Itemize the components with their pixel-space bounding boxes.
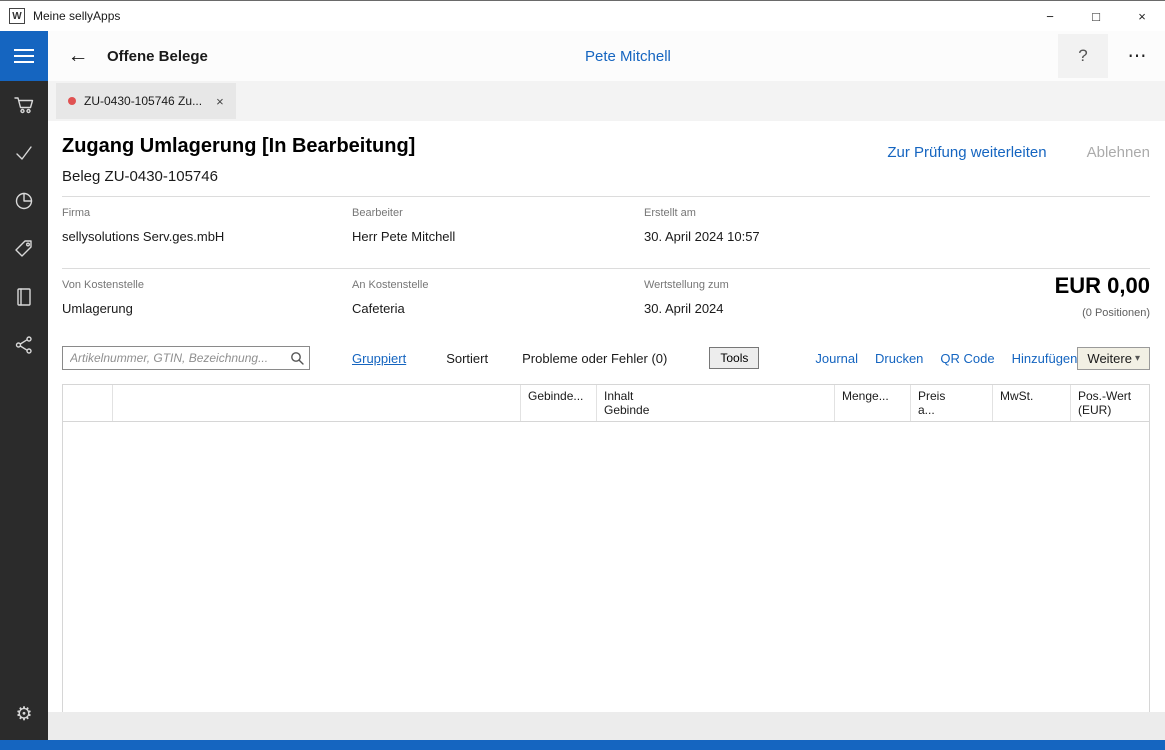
window-title: Meine sellyApps [33, 9, 120, 23]
chevron-down-icon: ▾ [1135, 353, 1140, 364]
table-body-empty [62, 422, 1150, 714]
column-header-inhalt-gebinde[interactable]: Inhalt Gebinde [597, 385, 835, 421]
grouped-toggle[interactable]: Gruppiert [352, 351, 406, 366]
positions-toolbar: Gruppiert Sortiert Probleme oder Fehler … [62, 345, 1150, 371]
field-von-kostenstelle: Von Kostenstelle Umlagerung [62, 279, 352, 316]
toolbar-links: Journal Drucken QR Code Hinzufügen [815, 351, 1077, 366]
document-actions: Zur Prüfung weiterleiten Ablehnen [887, 144, 1150, 161]
more-options-button[interactable]: ⋯ [1115, 34, 1159, 78]
column-header-select[interactable] [63, 385, 113, 421]
tab-label: ZU-0430-105746 Zu... [84, 94, 202, 108]
field-firma: Firma sellysolutions Serv.ges.mbH [62, 207, 352, 244]
column-header-description[interactable] [113, 385, 521, 421]
window-controls: − □ × [1027, 1, 1165, 31]
accent-bottom-bar [0, 740, 1165, 750]
column-header-gebinde[interactable]: Gebinde... [521, 385, 597, 421]
document-subtitle: Beleg ZU-0430-105746 [62, 168, 415, 185]
document-title-block: Zugang Umlagerung [In Bearbeitung] Beleg… [62, 135, 415, 185]
more-dropdown-button[interactable]: Weitere ▾ [1077, 347, 1150, 370]
share-icon [13, 334, 35, 356]
document-title: Zugang Umlagerung [In Bearbeitung] [62, 135, 415, 158]
field-value: Cafeteria [352, 301, 644, 316]
window-titlebar: W Meine sellyApps − □ × [0, 1, 1165, 31]
settings-button[interactable]: ⚙ [0, 690, 48, 738]
total-amount: EUR 0,00 [1055, 273, 1150, 299]
tools-button[interactable]: Tools [709, 347, 759, 369]
journal-link[interactable]: Journal [815, 351, 858, 366]
field-value: sellysolutions Serv.ges.mbH [62, 229, 352, 244]
page-title: Offene Belege [107, 48, 208, 65]
fields-row-2: Von Kostenstelle Umlagerung An Kostenste… [62, 269, 1150, 329]
sidebar-item-approvals[interactable] [0, 129, 48, 177]
sidebar-nav: ⚙ [0, 81, 48, 740]
checkmark-icon [13, 142, 35, 164]
document-header: Zugang Umlagerung [In Bearbeitung] Beleg… [62, 135, 1150, 185]
book-icon [13, 286, 35, 308]
sidebar-item-articles[interactable] [0, 225, 48, 273]
field-bearbeiter: Bearbeiter Herr Pete Mitchell [352, 207, 644, 244]
field-label: Erstellt am [644, 207, 1150, 219]
field-value: Umlagerung [62, 301, 352, 316]
field-erstellt-am: Erstellt am 30. April 2024 10:57 [644, 207, 1150, 244]
reject-link[interactable]: Ablehnen [1087, 144, 1150, 161]
more-dropdown-label: Weitere [1087, 351, 1132, 366]
tab-strip: ZU-0430-105746 Zu... × [48, 81, 1165, 121]
modified-dot-icon [68, 97, 76, 105]
field-value: 30. April 2024 10:57 [644, 229, 1150, 244]
help-button[interactable]: ? [1058, 34, 1108, 78]
field-an-kostenstelle: An Kostenstelle Cafeteria [352, 279, 644, 316]
column-header-menge[interactable]: Menge... [835, 385, 911, 421]
problems-filter[interactable]: Probleme oder Fehler (0) [522, 351, 667, 366]
maximize-button[interactable]: □ [1073, 1, 1119, 31]
tab-close-icon[interactable]: × [216, 94, 224, 109]
hamburger-menu-button[interactable] [0, 31, 48, 81]
cart-icon [13, 94, 35, 116]
tag-icon [13, 238, 35, 260]
field-label: Firma [62, 207, 352, 219]
minimize-button[interactable]: − [1027, 1, 1073, 31]
sidebar-item-reports[interactable] [0, 177, 48, 225]
status-footer [48, 712, 1165, 740]
field-label: An Kostenstelle [352, 279, 644, 291]
search-input[interactable] [62, 346, 310, 370]
back-button[interactable]: ← [61, 44, 95, 68]
sorted-toggle[interactable]: Sortiert [446, 351, 488, 366]
pie-chart-icon [13, 190, 35, 212]
column-header-mwst[interactable]: MwSt. [993, 385, 1071, 421]
hamburger-icon [14, 49, 34, 51]
total-positions: (0 Positionen) [1055, 307, 1150, 319]
print-link[interactable]: Drucken [875, 351, 923, 366]
document-total: EUR 0,00 (0 Positionen) [1055, 273, 1150, 319]
app-header: ← Offene Belege Pete Mitchell ? ⋯ [0, 31, 1165, 81]
search-box [62, 346, 310, 370]
positions-table: Gebinde... Inhalt Gebinde Menge... Preis… [62, 384, 1150, 714]
column-header-preis[interactable]: Preis a... [911, 385, 993, 421]
sidebar-item-share[interactable] [0, 321, 48, 369]
qr-code-link[interactable]: QR Code [940, 351, 994, 366]
current-user-link[interactable]: Pete Mitchell [585, 31, 671, 81]
app-window: W Meine sellyApps − □ × ← Offene Belege … [0, 0, 1165, 750]
forward-for-review-link[interactable]: Zur Prüfung weiterleiten [887, 144, 1046, 161]
field-value: Herr Pete Mitchell [352, 229, 644, 244]
fields-row-1: Firma sellysolutions Serv.ges.mbH Bearbe… [62, 197, 1150, 257]
gear-icon: ⚙ [15, 703, 32, 726]
table-header: Gebinde... Inhalt Gebinde Menge... Preis… [62, 384, 1150, 422]
field-label: Bearbeiter [352, 207, 644, 219]
main-content: Zugang Umlagerung [In Bearbeitung] Beleg… [48, 121, 1165, 712]
app-logo-icon: W [9, 8, 25, 24]
field-label: Von Kostenstelle [62, 279, 352, 291]
close-button[interactable]: × [1119, 1, 1165, 31]
column-header-pos-wert[interactable]: Pos.-Wert (EUR) [1071, 385, 1149, 421]
sidebar-item-documents[interactable] [0, 273, 48, 321]
add-link[interactable]: Hinzufügen [1012, 351, 1078, 366]
tab-document[interactable]: ZU-0430-105746 Zu... × [56, 83, 236, 119]
sidebar-item-cart[interactable] [0, 81, 48, 129]
